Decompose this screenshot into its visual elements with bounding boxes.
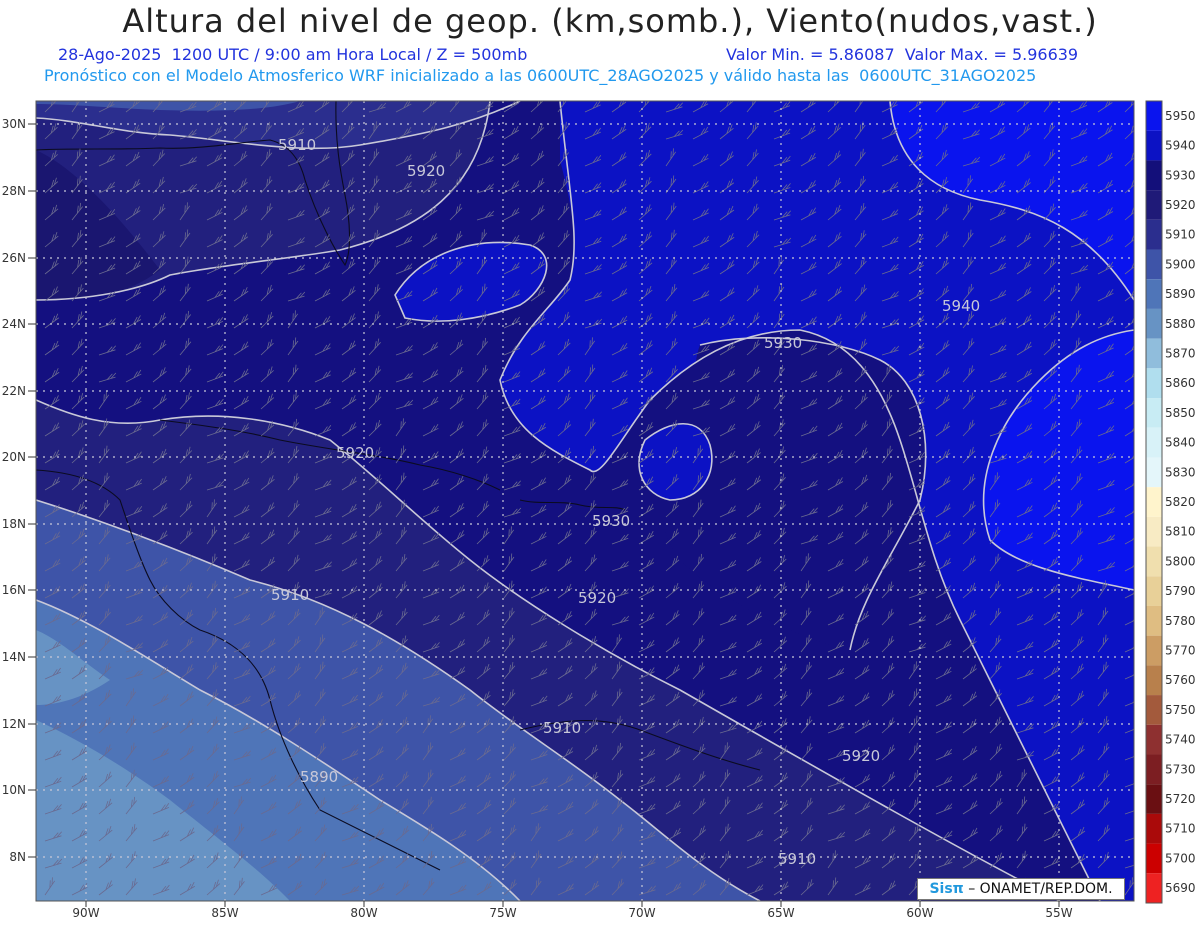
colorbar-label: 5870 <box>1165 346 1196 360</box>
colorbar-label: 5940 <box>1165 139 1196 153</box>
colorbar-label: 5950 <box>1165 109 1196 123</box>
colorbar-swatch <box>1146 873 1162 903</box>
colorbar-label: 5730 <box>1165 762 1196 776</box>
colorbar-label: 5910 <box>1165 228 1196 242</box>
lat-ticks <box>28 123 36 858</box>
lat-label: 30N <box>2 117 26 131</box>
lat-label: 26N <box>2 251 26 265</box>
colorbar-swatch <box>1146 338 1162 369</box>
colorbar-swatch <box>1146 516 1162 547</box>
sispi-logo: Sisπ <box>929 881 964 897</box>
contour-label: 5910 <box>278 136 316 154</box>
lat-label: 18N <box>2 517 26 531</box>
colorbar-label: 5930 <box>1165 168 1196 182</box>
contour-label: 5930 <box>764 334 802 352</box>
colorbar-swatch <box>1146 487 1162 517</box>
lon-label: 60W <box>906 906 933 920</box>
colorbar-swatch <box>1146 160 1162 191</box>
colorbar-swatch <box>1146 665 1162 696</box>
colorbar-label: 5900 <box>1165 257 1196 271</box>
colorbar-label: 5720 <box>1165 792 1196 806</box>
lon-label: 65W <box>767 906 794 920</box>
colorbar-label: 5790 <box>1165 584 1196 598</box>
colorbar-swatch <box>1146 427 1162 458</box>
colorbar-label: 5890 <box>1165 287 1196 301</box>
colorbar-swatch <box>1146 190 1162 220</box>
colorbar-label: 5880 <box>1165 317 1196 331</box>
colorbar-swatch <box>1146 724 1162 755</box>
lat-label: 28N <box>2 184 26 198</box>
contour-label: 5920 <box>578 589 616 607</box>
colorbar-label: 5920 <box>1165 198 1196 212</box>
lon-label: 55W <box>1045 906 1072 920</box>
lat-label: 16N <box>2 583 26 597</box>
lon-label: 80W <box>350 906 377 920</box>
contour-label: 5920 <box>336 444 374 462</box>
colorbar-swatch <box>1146 219 1162 250</box>
lat-label: 10N <box>2 783 26 797</box>
colorbar-label: 5770 <box>1165 644 1196 658</box>
contour-label: 5920 <box>407 162 445 180</box>
colorbar-label: 5860 <box>1165 376 1196 390</box>
contour-label: 5930 <box>592 512 630 530</box>
lon-label: 90W <box>72 906 99 920</box>
colorbar-swatch <box>1146 308 1162 339</box>
colorbar-label: 5830 <box>1165 465 1196 479</box>
colorbar-swatch <box>1146 605 1162 636</box>
colorbar-swatch <box>1146 754 1162 785</box>
colorbar-swatch <box>1146 576 1162 606</box>
contour-label: 5890 <box>300 768 338 786</box>
colorbar-label: 5760 <box>1165 673 1196 687</box>
colorbar-swatch <box>1146 101 1162 131</box>
contour-label: 5910 <box>271 586 309 604</box>
lat-label: 24N <box>2 317 26 331</box>
colorbar-swatch <box>1146 457 1162 488</box>
lat-label: 22N <box>2 384 26 398</box>
lat-label: 12N <box>2 717 26 731</box>
lat-label: 8N <box>9 850 26 864</box>
colorbar-swatch <box>1146 368 1162 399</box>
contour-label: 5940 <box>942 297 980 315</box>
colorbar-swatch <box>1146 398 1162 428</box>
colorbar-label: 5850 <box>1165 406 1196 420</box>
colorbar-label: 5810 <box>1165 525 1196 539</box>
colorbar-swatch <box>1146 279 1162 309</box>
lon-label: 85W <box>211 906 238 920</box>
colorbar-swatch <box>1146 784 1162 814</box>
colorbar-label: 5740 <box>1165 733 1196 747</box>
contour-label: 5910 <box>543 719 581 737</box>
credit-text: – ONAMET/REP.DOM. <box>968 881 1113 897</box>
colorbar-swatch <box>1146 813 1162 844</box>
colorbar-swatch <box>1146 249 1162 280</box>
colorbar: 5950 5940 5930 5920 5910 5900 5890 5880 5870 5860… <box>1145 100 1196 904</box>
lat-label: 14N <box>2 650 26 664</box>
colorbar-label: 5800 <box>1165 554 1196 568</box>
colorbar-label: 5710 <box>1165 822 1196 836</box>
colorbar-swatch <box>1146 635 1162 666</box>
contour-label: 5920 <box>842 747 880 765</box>
colorbar-swatch <box>1146 843 1162 874</box>
colorbar-swatch <box>1146 546 1162 577</box>
colorbar-swatch <box>1146 130 1162 161</box>
lon-label: 75W <box>489 906 516 920</box>
colorbar-label: 5840 <box>1165 436 1196 450</box>
colorbar-label: 5820 <box>1165 495 1196 509</box>
lon-label: 70W <box>628 906 655 920</box>
geopotential-map: 5910 5920 5940 5930 5920 5930 5910 5920 … <box>2 100 1196 920</box>
credit-box: Sisπ – ONAMET/REP.DOM. <box>917 878 1125 900</box>
colorbar-label: 5750 <box>1165 703 1196 717</box>
map-field: 5910 5920 5940 5930 5920 5930 5910 5920 … <box>36 101 1134 901</box>
colorbar-label: 5700 <box>1165 851 1196 865</box>
longitude-axis: 90W 85W 80W 75W 70W 65W 60W 55W <box>72 906 1072 920</box>
latitude-axis: 30N 28N 26N 24N 22N 20N 18N 16N 14N 12N … <box>2 117 26 864</box>
colorbar-swatch <box>1146 695 1162 725</box>
contour-label: 5910 <box>778 850 816 868</box>
lat-label: 20N <box>2 450 26 464</box>
colorbar-label: 5780 <box>1165 614 1196 628</box>
colorbar-label: 5690 <box>1165 881 1196 895</box>
